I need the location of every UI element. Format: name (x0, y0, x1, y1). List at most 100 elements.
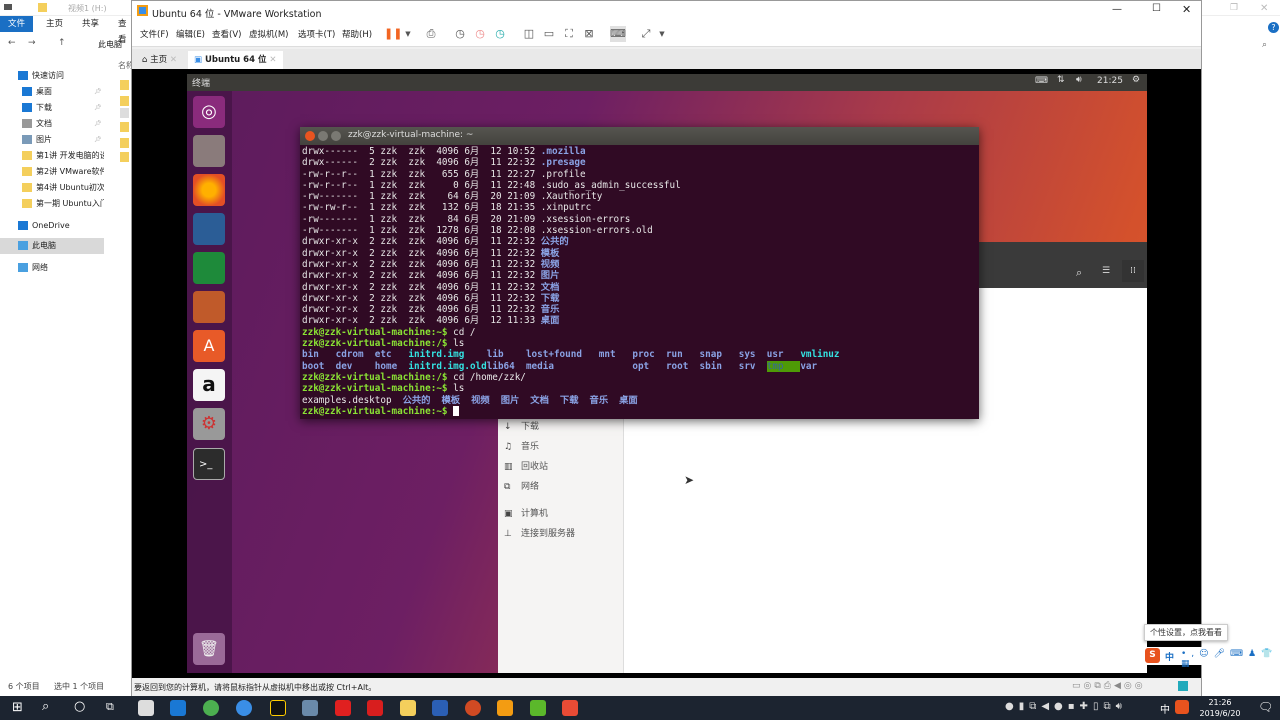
send-ctrl-alt-del-icon[interactable]: ⎙ (423, 26, 439, 42)
terminal-window[interactable]: zzk@zzk-virtual-machine: ~ drwx------ 5 … (300, 127, 979, 419)
cortana-icon[interactable]: ○ (74, 699, 85, 714)
camtasia-red-icon[interactable] (562, 700, 578, 716)
maximize-button[interactable]: ☐ (1152, 3, 1161, 14)
firefox-icon[interactable] (193, 174, 225, 206)
minimize-button[interactable]: — (1112, 4, 1122, 15)
file-explorer-icon[interactable] (400, 700, 416, 716)
menu-help[interactable]: 帮助(H) (342, 28, 372, 40)
word-icon[interactable] (432, 700, 448, 716)
sidebar-item[interactable]: 第一期 Ubuntu入门 (0, 196, 104, 212)
ubuntu-desktop[interactable]: 终端 ⌨ ⇅ 🔊︎ 21:25 ⚙ ◎ A a ⚙ >_ 🗑︎ ⌕ ☰ ⁞⁞ ↓… (187, 74, 1147, 673)
netease-music-icon[interactable] (335, 700, 351, 716)
app-icon[interactable] (302, 700, 318, 716)
fullscreen-icon[interactable]: ⛶ (561, 26, 577, 42)
browser-icon[interactable] (236, 700, 252, 716)
help-icon[interactable]: ? (1268, 22, 1279, 33)
sidebar-item-connect-server[interactable]: ⊥ 连接到服务器 (504, 526, 575, 542)
snapshot-manager-icon[interactable]: ◷ (492, 26, 508, 42)
power-gear-icon[interactable]: ⚙ (1132, 75, 1140, 85)
tab-ubuntu[interactable]: ▣ Ubuntu 64 位 ✕ (188, 51, 283, 69)
vmware-taskbar-icon[interactable] (497, 700, 513, 716)
snapshot-icon[interactable]: ◷ (452, 26, 468, 42)
menu-view[interactable]: 查看(V) (212, 28, 241, 40)
pause-icon[interactable]: ❚❚ (384, 26, 402, 42)
menu-edit[interactable]: 编辑(E) (176, 28, 205, 40)
close-button[interactable]: ✕ (1182, 3, 1191, 16)
dropdown-arrow-icon[interactable]: ▼ (400, 26, 416, 42)
powerpoint-icon[interactable] (465, 700, 481, 716)
sidebar-item-computer[interactable]: ▣ 计算机 (504, 506, 548, 522)
ime-mode[interactable]: 中 (1165, 650, 1174, 663)
sidebar-item[interactable]: 桌面 📌︎ (0, 84, 104, 100)
up-arrow-icon[interactable]: ↑ (58, 38, 66, 48)
sidebar-item[interactable]: 此电脑 (0, 238, 104, 254)
software-center-icon[interactable]: A (193, 330, 225, 362)
close-icon[interactable]: ✕ (170, 55, 177, 65)
browser-360-icon[interactable] (203, 700, 219, 716)
search-icon[interactable]: ⌕ (1262, 40, 1267, 50)
app-red-icon[interactable] (367, 700, 383, 716)
amazon-icon[interactable]: a (193, 369, 225, 401)
close-icon[interactable]: ✕ (269, 55, 276, 65)
trash-icon[interactable]: 🗑︎ (193, 633, 225, 665)
sidebar-item-downloads[interactable]: ↓ 下载 (504, 419, 539, 435)
ribbon-tab-file[interactable]: 文件 (0, 16, 34, 32)
sidebar-item[interactable]: 快速访问 (0, 68, 104, 84)
sidebar-item[interactable]: 第2讲 VMware软件 (0, 164, 104, 180)
sidebar-item[interactable]: OneDrive (0, 218, 104, 234)
list-view-icon[interactable]: ☰ (1102, 266, 1110, 276)
terminal-output[interactable]: drwx------ 5 zzk zzk 4096 6月 12 10:52 .m… (300, 146, 979, 418)
network-arrows-icon[interactable]: ⇅ (1057, 75, 1065, 85)
stretch-icon[interactable]: ⤢ (638, 26, 654, 42)
volume-icon[interactable]: 🔊︎ (1076, 75, 1082, 85)
grid-view-icon[interactable]: ⁞⁞ (1122, 260, 1144, 282)
console-view-icon[interactable]: ⌨ (610, 26, 626, 42)
sidebar-item-trash[interactable]: ▥ 回收站 (504, 459, 548, 475)
sidebar-item[interactable]: 第1讲 开发电脑的设 (0, 148, 104, 164)
library-icon[interactable]: ◫ (521, 26, 537, 42)
pin-icon[interactable]: 📌︎ (94, 116, 102, 132)
notification-icon[interactable]: 🗨︎ (1258, 700, 1273, 714)
settings-icon[interactable]: ⚙ (193, 408, 225, 440)
ribbon-tab-share[interactable]: 共享 (74, 16, 107, 32)
qq-icon[interactable] (270, 700, 286, 716)
sogou-logo-icon[interactable]: S (1145, 648, 1160, 663)
sogou-tray-icon[interactable] (1175, 700, 1189, 714)
writer-icon[interactable] (193, 213, 225, 245)
sidebar-item[interactable]: 文档 📌︎ (0, 116, 104, 132)
close-icon[interactable]: ✕ (1260, 3, 1268, 14)
camtasia-green-icon[interactable] (530, 700, 546, 716)
calc-icon[interactable] (193, 252, 225, 284)
windows-start-icon[interactable]: ⊞ (12, 700, 23, 715)
sidebar-item-music[interactable]: ♫ 音乐 (504, 439, 539, 455)
files-icon[interactable] (193, 135, 225, 167)
device-status-icons[interactable]: ▭◎⧉⎙◀◎◎ (1072, 681, 1146, 691)
sidebar-item-network[interactable]: ⧉ 网络 (504, 479, 539, 495)
menu-vm[interactable]: 虚拟机(M) (249, 28, 288, 40)
pin-icon[interactable]: 📌︎ (94, 132, 102, 148)
ime-indicator[interactable]: 中 (1160, 701, 1170, 716)
vm-display[interactable]: 终端 ⌨ ⇅ 🔊︎ 21:25 ⚙ ◎ A a ⚙ >_ 🗑︎ ⌕ ☰ ⁞⁞ ↓… (132, 69, 1201, 678)
ribbon-tab-home[interactable]: 主页 (38, 16, 71, 32)
keyboard-icon[interactable]: ⌨ (1035, 76, 1048, 86)
thumbnail-icon[interactable]: ▭ (541, 26, 557, 42)
pin-icon[interactable]: 📌︎ (94, 84, 102, 100)
maximize-button[interactable] (331, 131, 341, 141)
sidebar-item[interactable]: 第4讲 Ubuntu初次 (0, 180, 104, 196)
camera-icon[interactable] (138, 700, 154, 716)
taskbar-clock[interactable]: 21:26 2019/6/20 (1190, 696, 1250, 720)
search-icon[interactable]: ⌕ (1076, 266, 1082, 280)
task-view-icon[interactable]: ⧉ (106, 700, 114, 714)
edge-icon[interactable] (170, 700, 186, 716)
search-icon[interactable]: ⌕ (42, 699, 49, 714)
ime-tool-icons[interactable]: •,☺🎤︎⌨♟👕▦ (1181, 649, 1280, 669)
back-arrow-icon[interactable]: ← (8, 38, 16, 48)
tab-home[interactable]: ⌂ 主页 ✕ (136, 51, 183, 69)
message-icon[interactable] (1178, 681, 1188, 691)
ubuntu-dash-icon[interactable]: ◎ (193, 96, 225, 128)
dropdown-arrow-icon[interactable]: ▼ (654, 26, 670, 42)
sidebar-item[interactable]: 图片 📌︎ (0, 132, 104, 148)
sidebar-item[interactable]: 下载 📌︎ (0, 100, 104, 116)
menu-tabs[interactable]: 选项卡(T) (298, 28, 335, 40)
pin-icon[interactable]: 📌︎ (94, 100, 102, 116)
